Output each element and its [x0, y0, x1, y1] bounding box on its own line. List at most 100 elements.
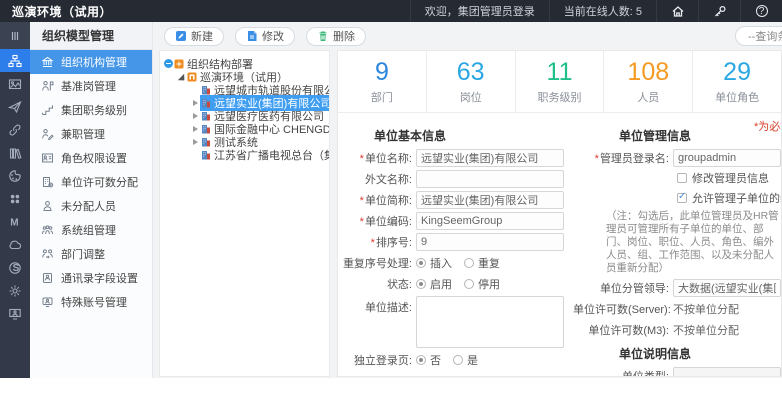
- dept-adjust-icon: [41, 248, 54, 260]
- sidebar-item-contact-field[interactable]: 通讯录字段设置: [30, 266, 152, 290]
- sidebar-item-license-allocation[interactable]: 单位许可数分配: [30, 170, 152, 194]
- sidebar-header: 组织模型管理: [30, 22, 152, 50]
- query-button-label: --查询条件: [748, 28, 782, 44]
- sidebar-item-label: 特殊账号管理: [61, 294, 127, 310]
- sidebar-item-dept-adjust[interactable]: 部门调整: [30, 242, 152, 266]
- sidebar-item-label: 单位许可数分配: [61, 174, 138, 190]
- unit-name-input[interactable]: [416, 149, 564, 167]
- sidebar-item-unassigned-person[interactable]: 未分配人员: [30, 194, 152, 218]
- delete-button[interactable]: 删除: [306, 27, 366, 46]
- stat-value: 108: [627, 59, 669, 86]
- collapse-menu-icon[interactable]: [0, 22, 30, 49]
- radio-disabled[interactable]: [464, 279, 474, 289]
- checkbox-label: 允许管理子单位的组织及模型: [692, 190, 782, 206]
- radio-insert-label: 插入: [430, 255, 452, 271]
- org-tree-panel: 组织结构部署 巡演环境（试用） 远望城市轨道股份有限公司 远望实业(集团)有限公…: [159, 50, 330, 377]
- org-structure-icon[interactable]: [0, 49, 30, 72]
- leader-input[interactable]: [673, 279, 781, 297]
- radio-login-yes-label: 是: [467, 352, 478, 368]
- sidebar-item-special-account[interactable]: 特殊账号管理: [30, 290, 152, 314]
- foreign-name-label: 外文名称:: [338, 171, 416, 187]
- new-button[interactable]: 新建: [164, 27, 224, 46]
- field-unit-short-name: 单位简称:: [338, 191, 573, 209]
- modify-button[interactable]: 修改: [235, 27, 295, 46]
- system-group-icon: [41, 224, 54, 236]
- stat-departments[interactable]: 9 部门: [338, 51, 427, 112]
- unit-type-input[interactable]: [673, 367, 781, 377]
- radio-insert[interactable]: [416, 258, 426, 268]
- field-admin-login: 管理员登录名:: [573, 149, 781, 167]
- license-server-label: 单位许可数(Server):: [573, 301, 673, 317]
- section-relation-info: 单位关联信息: [374, 375, 573, 377]
- expanded-arrow-icon[interactable]: [176, 73, 186, 81]
- unit-description-textarea[interactable]: [416, 296, 564, 348]
- collapsed-arrow-icon[interactable]: [190, 100, 200, 106]
- field-license-m3: 单位许可数(M3): 不按单位分配: [573, 321, 781, 339]
- sidebar-item-label: 未分配人员: [61, 198, 116, 214]
- key-icon[interactable]: [698, 0, 740, 22]
- admin-login-label: 管理员登录名:: [573, 150, 673, 166]
- bank-icon: [41, 56, 54, 68]
- send-icon[interactable]: [0, 95, 30, 118]
- field-unit-name: 单位名称:: [338, 149, 573, 167]
- collapsed-arrow-icon[interactable]: [190, 139, 200, 145]
- library-icon[interactable]: [0, 141, 30, 164]
- stat-job-levels[interactable]: 11 职务级别: [516, 51, 605, 112]
- gallery-icon[interactable]: [0, 72, 30, 95]
- stat-people[interactable]: 108 人员: [604, 51, 693, 112]
- sidebar-item-part-time[interactable]: 兼职管理: [30, 122, 152, 146]
- help-icon[interactable]: ?: [740, 0, 782, 22]
- sort-order-input[interactable]: [416, 233, 564, 251]
- stat-unit-roles[interactable]: 29 单位角色: [693, 51, 781, 112]
- s-badge-icon[interactable]: S: [0, 256, 30, 279]
- sidebar-item-label: 基准岗管理: [61, 78, 116, 94]
- collapsed-arrow-icon[interactable]: [190, 126, 200, 132]
- collapsed-arrow-icon[interactable]: [190, 113, 200, 119]
- link-icon[interactable]: [0, 118, 30, 141]
- radio-duplicate[interactable]: [464, 258, 474, 268]
- collapse-minus-icon[interactable]: [163, 59, 173, 68]
- svg-text:S: S: [13, 263, 20, 274]
- sidebar: 组织模型管理 组织机构管理 基准岗管理 集团职务级别 兼职管理 角色权限设置 单…: [30, 22, 153, 378]
- unit-description-label: 单位描述:: [338, 296, 416, 315]
- palette-icon[interactable]: [0, 164, 30, 187]
- gear-icon[interactable]: [0, 279, 30, 302]
- allow-manage-sub-units-checkbox[interactable]: 允许管理子单位的组织及模型: [677, 190, 781, 206]
- stat-positions[interactable]: 63 岗位: [427, 51, 516, 112]
- sidebar-item-org-management[interactable]: 组织机构管理: [30, 50, 152, 74]
- modify-admin-checkbox[interactable]: 修改管理员信息: [677, 170, 781, 186]
- m-badge-icon[interactable]: M: [0, 210, 30, 233]
- license-m3-value: 不按单位分配: [673, 322, 739, 338]
- unit-form: 单位基本信息 单位名称: 外文名称: 单位简称: 单位编码:: [338, 121, 781, 376]
- new-doc-icon: [175, 30, 187, 42]
- field-foreign-name: 外文名称:: [338, 170, 573, 188]
- workstation-icon[interactable]: [0, 302, 30, 325]
- unit-short-name-input[interactable]: [416, 191, 564, 209]
- stat-label: 单位角色: [715, 89, 759, 105]
- stat-label: 部门: [371, 89, 393, 105]
- apps-icon[interactable]: [0, 187, 30, 210]
- radio-login-yes[interactable]: [453, 355, 463, 365]
- sidebar-item-job-level[interactable]: 集团职务级别: [30, 98, 152, 122]
- query-conditions-button[interactable]: --查询条件: [735, 26, 782, 46]
- admin-login-input[interactable]: [673, 149, 781, 167]
- foreign-name-input[interactable]: [416, 170, 564, 188]
- tree-node-company-6[interactable]: 江苏省广播电视总台（集团）: [160, 148, 329, 161]
- stat-value: 63: [457, 59, 485, 86]
- cloud-icon[interactable]: [0, 233, 30, 256]
- status-label: 状态:: [338, 276, 416, 292]
- stats-row: 9 部门 63 岗位 11 职务级别 108 人员 29 单位角色: [338, 51, 781, 113]
- delete-button-label: 删除: [333, 28, 355, 44]
- sidebar-item-benchmark-post[interactable]: 基准岗管理: [30, 74, 152, 98]
- section-manage-info: 单位管理信息: [619, 127, 781, 144]
- sidebar-item-label: 角色权限设置: [61, 150, 127, 166]
- unit-code-input[interactable]: [416, 212, 564, 230]
- sidebar-item-system-group[interactable]: 系统组管理: [30, 218, 152, 242]
- radio-enabled[interactable]: [416, 279, 426, 289]
- home-icon[interactable]: [656, 0, 698, 22]
- sidebar-item-role-permission[interactable]: 角色权限设置: [30, 146, 152, 170]
- radio-login-no[interactable]: [416, 355, 426, 365]
- special-account-icon: [41, 296, 54, 308]
- company-icon: [201, 150, 211, 160]
- sidebar-item-label: 系统组管理: [61, 222, 116, 238]
